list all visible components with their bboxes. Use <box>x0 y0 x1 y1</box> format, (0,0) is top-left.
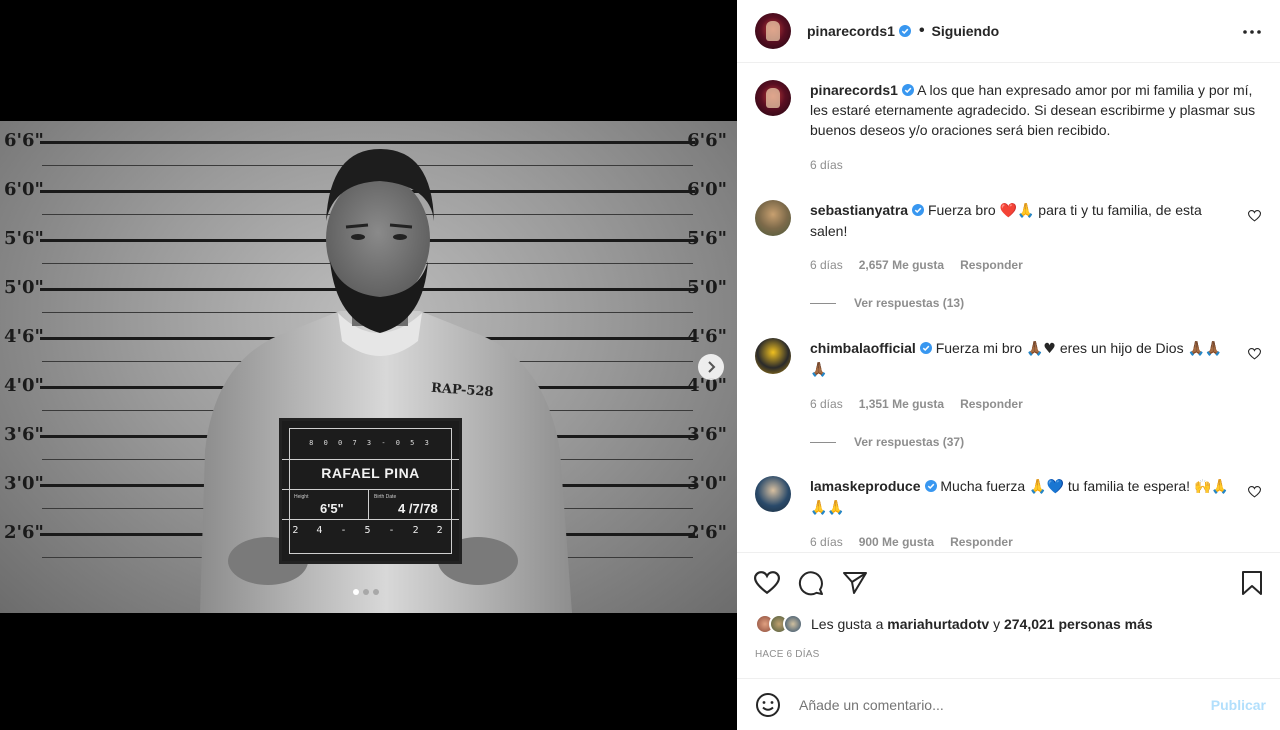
comment-icon <box>798 571 823 596</box>
like-comment-button[interactable] <box>1247 347 1262 365</box>
comment-emoji: 🙏🏾♥ <box>1025 341 1056 357</box>
post-media: 6'6" 6'0" 5'6" 5'0" 4'6" 4'0" 3'6" 3'0" … <box>0 0 737 730</box>
comment-emoji: 🙏💙 <box>1029 479 1064 495</box>
placard-birth-label: Birth Date <box>374 494 397 500</box>
comment-emoji: ❤️🙏 <box>999 203 1035 219</box>
more-horizontal-icon <box>1243 30 1261 34</box>
likes-others[interactable]: 274,021 personas más <box>1004 616 1153 632</box>
comments-list[interactable]: pinarecords1 A los que han expresado amo… <box>737 64 1280 552</box>
verified-icon <box>901 84 914 96</box>
comment-text: Fuerza bro <box>927 202 1000 218</box>
avatar[interactable] <box>755 200 791 236</box>
following-button[interactable]: Siguiendo <box>932 23 1000 39</box>
avatar[interactable] <box>755 80 791 116</box>
bookmark-icon <box>1242 571 1262 595</box>
comment-username[interactable]: sebastianyatra <box>810 202 908 218</box>
booking-placard: 8 0 0 7 3 - 0 5 3 RAFAEL PINA Height 6'5… <box>279 418 462 564</box>
caption-username[interactable]: pinarecords1 <box>810 82 898 98</box>
reply-button[interactable]: Responder <box>960 397 1023 411</box>
post-actions: Les gusta a mariahurtadotv y 274,021 per… <box>737 552 1280 660</box>
placard-code: 8 0 0 7 3 - 0 5 3 <box>309 439 432 447</box>
avatar <box>783 614 803 634</box>
verified-icon <box>898 25 911 37</box>
list-item: lamaskeproduce Mucha fuerza 🙏💙 tu famili… <box>755 476 1262 552</box>
view-replies-button[interactable]: Ver respuestas (37) <box>810 435 964 449</box>
carousel-next-button[interactable] <box>698 354 724 380</box>
caption-time: 6 días <box>810 158 843 172</box>
chevron-right-icon <box>708 361 716 373</box>
comment-likes[interactable]: 2,657 Me gusta <box>859 258 944 272</box>
comment-text: Mucha fuerza <box>940 478 1030 494</box>
comment-time: 6 días <box>810 535 843 549</box>
like-button[interactable] <box>753 569 781 597</box>
comment-time: 6 días <box>810 397 843 411</box>
comment-button[interactable] <box>797 569 825 597</box>
post-header: pinarecords1 • Siguiendo <box>737 0 1280 63</box>
heart-outline-icon <box>1247 486 1262 498</box>
heart-icon <box>754 571 780 595</box>
post-side-panel: pinarecords1 • Siguiendo pinarecords1 A … <box>737 0 1280 730</box>
heart-outline-icon <box>1247 348 1262 360</box>
list-item: chimbalaofficial Fuerza mi bro 🙏🏾♥ eres … <box>755 338 1262 449</box>
post-timestamp[interactable]: HACE 6 DÍAS <box>755 649 819 660</box>
carousel-dot <box>363 589 369 595</box>
comment-likes[interactable]: 900 Me gusta <box>859 535 934 549</box>
publish-button[interactable]: Publicar <box>1211 697 1266 713</box>
likes-prefix: Les gusta a <box>811 616 884 632</box>
likes-summary[interactable]: Les gusta a mariahurtadotv y 274,021 per… <box>755 614 1153 634</box>
placard-birth-value: 4 /7/78 <box>398 501 438 516</box>
likes-user[interactable]: mariahurtadotv <box>887 616 989 632</box>
comment-likes[interactable]: 1,351 Me gusta <box>859 397 944 411</box>
save-button[interactable] <box>1238 569 1266 597</box>
comment-text: eres un hijo de Dios <box>1055 340 1188 356</box>
avatar[interactable] <box>755 338 791 374</box>
list-item: sebastianyatra Fuerza bro ❤️🙏 para ti y … <box>755 200 1262 310</box>
placard-height-label: Height <box>294 494 309 500</box>
likes-conj: y <box>993 616 1001 632</box>
placard-date: 2 4 - 5 - 2 2 <box>292 525 449 536</box>
heart-outline-icon <box>1247 210 1262 222</box>
header-username[interactable]: pinarecords1 <box>807 23 895 39</box>
reply-button[interactable]: Responder <box>960 258 1023 272</box>
emoji-button[interactable] <box>755 692 781 718</box>
verified-icon <box>912 204 925 216</box>
share-button[interactable] <box>841 569 869 597</box>
placard-name: RAFAEL PINA <box>321 465 420 481</box>
smiley-icon <box>756 692 780 717</box>
view-replies-button[interactable]: Ver respuestas (13) <box>810 296 964 310</box>
mugshot-photo: 6'6" 6'0" 5'6" 5'0" 4'6" 4'0" 3'6" 3'0" … <box>0 121 737 613</box>
comment-input[interactable] <box>799 696 1211 713</box>
placard-height-value: 6'5" <box>320 501 344 516</box>
comment-time: 6 días <box>810 258 843 272</box>
carousel-indicator <box>353 589 379 595</box>
separator: • <box>918 22 925 39</box>
like-comment-button[interactable] <box>1247 485 1262 503</box>
verified-icon <box>919 342 932 354</box>
send-icon <box>843 572 867 594</box>
avatar[interactable] <box>755 476 791 512</box>
comment-text: tu familia te espera! <box>1063 478 1194 494</box>
comment-username[interactable]: chimbalaofficial <box>810 340 916 356</box>
comment-text: Fuerza mi bro <box>935 340 1026 356</box>
like-comment-button[interactable] <box>1247 209 1262 227</box>
view-replies-label: Ver respuestas (37) <box>854 435 965 449</box>
carousel-dot <box>373 589 379 595</box>
comment-username[interactable]: lamaskeproduce <box>810 478 921 494</box>
add-comment-bar: Publicar <box>737 678 1280 730</box>
more-options-button[interactable] <box>1242 22 1262 47</box>
carousel-dot <box>353 589 359 595</box>
instagram-post-modal: 6'6" 6'0" 5'6" 5'0" 4'6" 4'0" 3'6" 3'0" … <box>0 0 1280 730</box>
caption: pinarecords1 A los que han expresado amo… <box>755 80 1261 180</box>
avatar[interactable] <box>755 13 791 49</box>
verified-icon <box>924 480 937 492</box>
reply-button[interactable]: Responder <box>950 535 1013 549</box>
view-replies-label: Ver respuestas (13) <box>854 296 965 310</box>
